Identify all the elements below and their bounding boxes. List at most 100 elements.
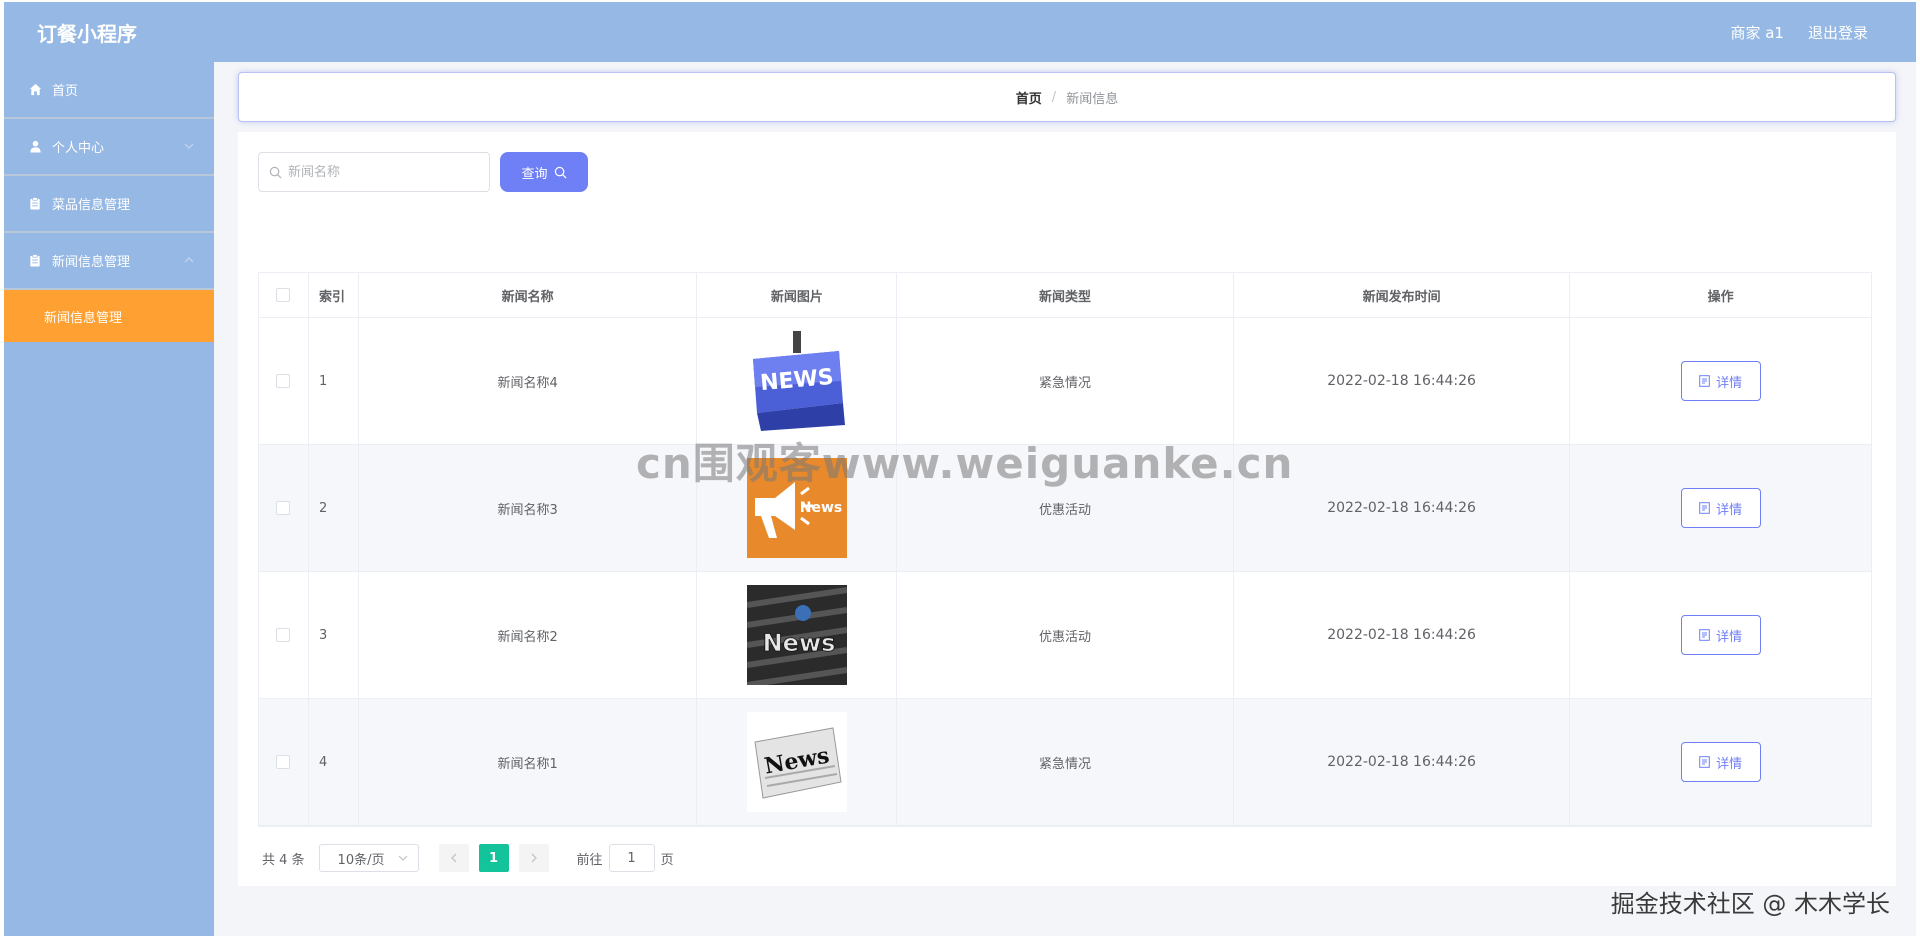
news-table: 索引 新闻名称 新闻图片 新闻类型 新闻发布时间 操作 1 新闻名称4 NEWS… [258, 272, 1872, 827]
select-all-checkbox[interactable] [276, 288, 291, 302]
sidebar-item-label: 新闻信息管理 [52, 255, 131, 270]
row-type: 紧急情况 [897, 699, 1234, 825]
news-dark-words-image[interactable]: News [746, 585, 847, 685]
logout-button[interactable]: 退出登录 [1808, 22, 1868, 43]
table-row: 4 新闻名称1 News 紧急情况 2022-02-18 16:44:26 详情 [259, 699, 1871, 826]
row-index: 3 [309, 572, 359, 698]
row-type: 优惠活动 [897, 572, 1234, 698]
document-icon [1699, 756, 1710, 768]
sidebar-item-dish-management[interactable]: 菜品信息管理 [4, 176, 214, 233]
header-index: 索引 [309, 273, 359, 317]
app-frame: 订餐小程序 商家 a1 退出登录 首页 个人中心 菜品信息管理 新闻信息管理 新… [4, 2, 1916, 936]
row-type: 紧急情况 [897, 318, 1234, 444]
table-header-row: 索引 新闻名称 新闻图片 新闻类型 新闻发布时间 操作 [259, 273, 1871, 318]
chevron-up-icon [184, 257, 194, 263]
table-row: 2 新闻名称3 News 优惠活动 2022-02-18 16:44:26 详情 [259, 445, 1871, 572]
home-icon [28, 83, 42, 97]
row-action-cell: 详情 [1570, 318, 1871, 444]
row-check-cell [259, 318, 309, 444]
sidebar-item-news-management[interactable]: 新闻信息管理 [4, 233, 214, 290]
query-button-label: 查询 [521, 166, 548, 182]
news-newspaper-image[interactable]: News [746, 712, 847, 812]
sidebar-item-personal-center[interactable]: 个人中心 [4, 119, 214, 176]
header-name: 新闻名称 [359, 273, 698, 317]
breadcrumb: 首页 / 新闻信息 [238, 72, 1896, 122]
row-time: 2022-02-18 16:44:26 [1234, 318, 1571, 444]
row-name: 新闻名称2 [359, 572, 698, 698]
header-actions: 操作 [1707, 289, 1734, 305]
header-time: 新闻发布时间 [1234, 273, 1571, 317]
row-index: 2 [309, 445, 359, 571]
goto-suffix: 页 [660, 852, 674, 868]
query-button[interactable]: 查询 [500, 152, 588, 192]
app-title: 订餐小程序 [37, 22, 137, 46]
row-image-cell: News [697, 572, 898, 698]
user-label[interactable]: 商家 a1 [1730, 22, 1784, 43]
search-field[interactable] [258, 152, 490, 192]
header-actions: 商家 a1 退出登录 [1730, 22, 1868, 43]
row-time: 2022-02-18 16:44:26 [1234, 445, 1571, 571]
goto-page-input[interactable] [608, 844, 655, 872]
row-name: 新闻名称1 [359, 699, 698, 825]
pagination: 共 4 条 10条/页 1 前往 页 [262, 844, 674, 872]
sidebar-item-label: 菜品信息管理 [52, 198, 131, 213]
document-icon [1699, 502, 1710, 514]
breadcrumb-current: 新闻信息 [1066, 91, 1119, 107]
row-index: 4 [309, 699, 359, 825]
sidebar-subitem-news-management[interactable]: 新闻信息管理 [4, 290, 214, 342]
news-keyboard-key-image[interactable]: NEWS [746, 331, 847, 431]
news-megaphone-image[interactable]: News [746, 458, 847, 558]
row-image-cell: NEWS [697, 318, 898, 444]
row-image-cell: News [697, 445, 898, 571]
detail-button[interactable]: 详情 [1680, 615, 1761, 655]
chevron-right-icon [531, 853, 537, 863]
page-size-value: 10条/页 [337, 852, 385, 868]
search-input[interactable] [288, 164, 478, 180]
detail-button[interactable]: 详情 [1680, 361, 1761, 401]
clipboard-icon [28, 197, 42, 211]
breadcrumb-home[interactable]: 首页 [1016, 88, 1042, 107]
header-type: 新闻类型 [897, 273, 1234, 317]
chevron-down-icon [184, 143, 194, 149]
page-number-current[interactable]: 1 [478, 844, 509, 872]
row-checkbox[interactable] [276, 501, 291, 515]
chevron-down-icon [398, 855, 407, 861]
main-content: 查询 索引 新闻名称 新闻图片 新闻类型 新闻发布时间 操作 1 新闻名称4 [238, 132, 1896, 886]
row-check-cell [259, 445, 309, 571]
row-name: 新闻名称4 [359, 318, 698, 444]
breadcrumb-separator: / [1051, 89, 1057, 105]
row-name: 新闻名称3 [359, 445, 698, 571]
top-bar: 订餐小程序 商家 a1 退出登录 [4, 2, 1916, 62]
search-icon [269, 166, 282, 178]
sidebar-item-label: 首页 [52, 84, 79, 99]
detail-button-label: 详情 [1716, 375, 1743, 391]
sidebar-item-home[interactable]: 首页 [4, 62, 214, 119]
header-image: 新闻图片 [697, 273, 898, 317]
watermark-corner: 掘金技术社区 @ 木木学长 [1610, 890, 1890, 918]
table-row: 1 新闻名称4 NEWS 紧急情况 2022-02-18 16:44:26 详情 [259, 318, 1871, 445]
svg-text:News: News [762, 629, 835, 657]
pagination-total: 共 4 条 [262, 852, 305, 868]
detail-button[interactable]: 详情 [1680, 488, 1761, 528]
row-check-cell [259, 572, 309, 698]
prev-page-button[interactable] [438, 844, 469, 872]
detail-button[interactable]: 详情 [1680, 742, 1761, 782]
page-size-select[interactable]: 10条/页 [318, 844, 419, 872]
next-page-button[interactable] [518, 844, 549, 872]
row-check-cell [259, 699, 309, 825]
table-row: 3 新闻名称2 News 优惠活动 2022-02-18 16:44:26 详情 [259, 572, 1871, 699]
row-checkbox[interactable] [276, 755, 291, 769]
svg-text:News: News [800, 500, 842, 516]
row-checkbox[interactable] [276, 374, 291, 388]
row-image-cell: News [697, 699, 898, 825]
detail-button-label: 详情 [1716, 756, 1743, 772]
row-type: 优惠活动 [897, 445, 1234, 571]
chevron-left-icon [450, 853, 457, 863]
clipboard-icon [28, 254, 42, 268]
header-select-all [259, 273, 309, 317]
detail-button-label: 详情 [1716, 629, 1743, 645]
search-icon [554, 166, 566, 178]
row-time: 2022-02-18 16:44:26 [1234, 572, 1571, 698]
sidebar-item-label: 个人中心 [52, 141, 105, 156]
row-checkbox[interactable] [276, 628, 291, 642]
